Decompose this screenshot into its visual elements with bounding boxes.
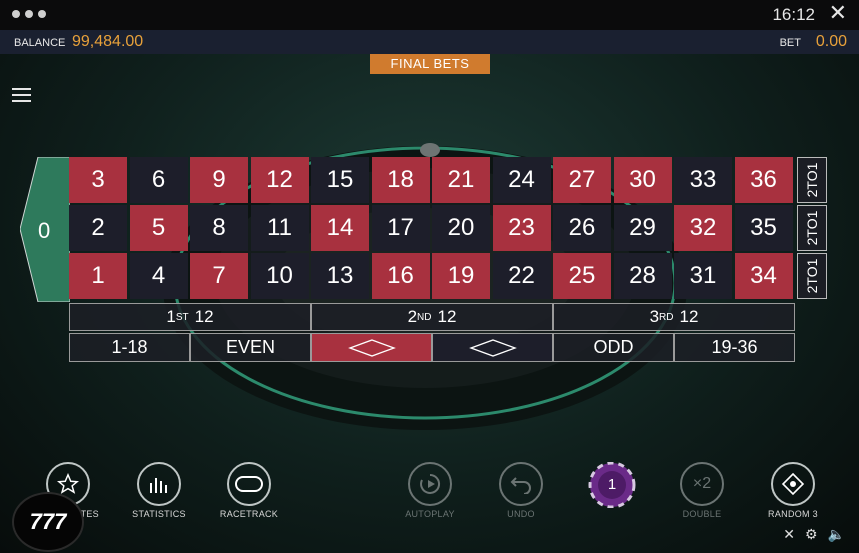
number-bet-27[interactable]: 27	[553, 157, 611, 203]
more-icon[interactable]	[12, 10, 46, 18]
number-bet-25[interactable]: 25	[553, 253, 611, 299]
number-bet-9[interactable]: 9	[190, 157, 248, 203]
diamond-icon	[468, 338, 517, 357]
double-label: DOUBLE	[682, 509, 722, 519]
low-bet[interactable]: 1-18	[69, 333, 190, 362]
racetrack-label: RACETRACK	[219, 509, 279, 519]
statistics-button[interactable]: STATISTICS	[119, 462, 199, 519]
column-bet-label: 2TO1	[804, 210, 820, 246]
number-bet-22[interactable]: 22	[492, 253, 551, 299]
zero-label: 0	[38, 218, 51, 243]
number-bet-23[interactable]: 23	[492, 205, 551, 251]
chip-value: 1	[607, 476, 617, 493]
dozen-bet-1[interactable]: 1 ST 12	[69, 303, 311, 331]
number-bet-16[interactable]: 16	[371, 253, 430, 299]
number-bet-28[interactable]: 28	[613, 253, 672, 299]
column-bet-1[interactable]: 2TO1	[797, 157, 827, 203]
number-bet-34[interactable]: 34	[734, 253, 793, 299]
bet-value: 0.00	[815, 33, 847, 50]
number-bet-1[interactable]: 1	[69, 253, 127, 299]
dozen-bet-3[interactable]: 3 RD 12	[553, 303, 795, 331]
number-bet-15[interactable]: 15	[311, 157, 369, 203]
number-bet-4[interactable]: 4	[129, 253, 188, 299]
high-bet[interactable]: 19-36	[674, 333, 795, 362]
bet-label: BET	[779, 37, 801, 49]
clock: 16:12	[772, 5, 815, 24]
number-bet-3[interactable]: 3	[69, 157, 127, 203]
bar-chart-icon	[137, 462, 181, 506]
number-bet-32[interactable]: 32	[674, 205, 732, 251]
undo-label: UNDO	[507, 509, 535, 519]
number-bet-10[interactable]: 10	[250, 253, 309, 299]
racetrack-button[interactable]: RACETRACK	[209, 462, 289, 519]
number-bet-29[interactable]: 29	[613, 205, 672, 251]
number-bet-24[interactable]: 24	[492, 157, 551, 203]
number-bet-12[interactable]: 12	[250, 157, 309, 203]
number-bet-19[interactable]: 19	[432, 253, 490, 299]
bottom-utility-icons: ✕ ⚙ 🔈	[783, 526, 845, 543]
red-bet[interactable]	[311, 333, 432, 362]
balance-label: BALANCE	[14, 37, 66, 49]
number-bet-30[interactable]: 30	[613, 157, 672, 203]
close-icon[interactable]: ✕	[829, 2, 847, 24]
undo-button[interactable]: UNDO	[481, 462, 561, 519]
hamburger-menu-icon[interactable]	[12, 88, 31, 102]
number-bet-6[interactable]: 6	[129, 157, 188, 203]
logo-777: 777	[12, 492, 84, 552]
number-bet-18[interactable]: 18	[371, 157, 430, 203]
number-bet-26[interactable]: 26	[553, 205, 611, 251]
number-bet-20[interactable]: 20	[432, 205, 490, 251]
number-bet-17[interactable]: 17	[371, 205, 430, 251]
random-label: RANDOM 3	[768, 509, 818, 519]
dozen-bet-2[interactable]: 2 ND 12	[311, 303, 553, 331]
number-bet-31[interactable]: 31	[674, 253, 732, 299]
top-bar: 16:12 ✕	[0, 0, 859, 30]
double-button[interactable]: ×2 DOUBLE	[662, 462, 742, 519]
number-bet-11[interactable]: 11	[250, 205, 309, 251]
column-bet-3[interactable]: 2TO1	[797, 253, 827, 299]
random-icon	[771, 462, 815, 506]
double-icon: ×2	[680, 462, 724, 506]
autoplay-icon	[408, 462, 452, 506]
odd-bet[interactable]: ODD	[553, 333, 674, 362]
balance-bar: BALANCE 99,484.00 BET 0.00	[0, 30, 859, 54]
undo-icon	[499, 462, 543, 506]
balance-value: 99,484.00	[72, 33, 144, 50]
column-bet-label: 2TO1	[804, 258, 820, 294]
even-bet[interactable]: EVEN	[190, 333, 311, 362]
statistics-label: STATISTICS	[132, 509, 186, 519]
column-bet-label: 2TO1	[804, 162, 820, 198]
racetrack-icon	[227, 462, 271, 506]
number-bet-21[interactable]: 21	[432, 157, 490, 203]
column-bet-2[interactable]: 2TO1	[797, 205, 827, 251]
number-bet-7[interactable]: 7	[190, 253, 248, 299]
random-button[interactable]: RANDOM 3	[753, 462, 833, 519]
sound-icon[interactable]: 🔈	[828, 526, 845, 543]
black-bet[interactable]	[432, 333, 553, 362]
number-bet-35[interactable]: 35	[734, 205, 793, 251]
close-icon[interactable]: ✕	[783, 526, 795, 543]
number-bet-5[interactable]: 5	[129, 205, 188, 251]
number-bet-13[interactable]: 13	[311, 253, 369, 299]
number-bet-33[interactable]: 33	[674, 157, 732, 203]
chip-selector[interactable]: 1	[584, 461, 640, 509]
autoplay-button[interactable]: AUTOPLAY	[390, 462, 470, 519]
number-bet-14[interactable]: 14	[311, 205, 369, 251]
status-banner: FINAL BETS	[370, 54, 490, 74]
autoplay-label: AUTOPLAY	[405, 509, 455, 519]
diamond-icon	[347, 338, 396, 357]
number-bet-36[interactable]: 36	[734, 157, 793, 203]
settings-gear-icon[interactable]: ⚙	[805, 526, 818, 543]
number-bet-2[interactable]: 2	[69, 205, 127, 251]
number-bet-8[interactable]: 8	[190, 205, 248, 251]
